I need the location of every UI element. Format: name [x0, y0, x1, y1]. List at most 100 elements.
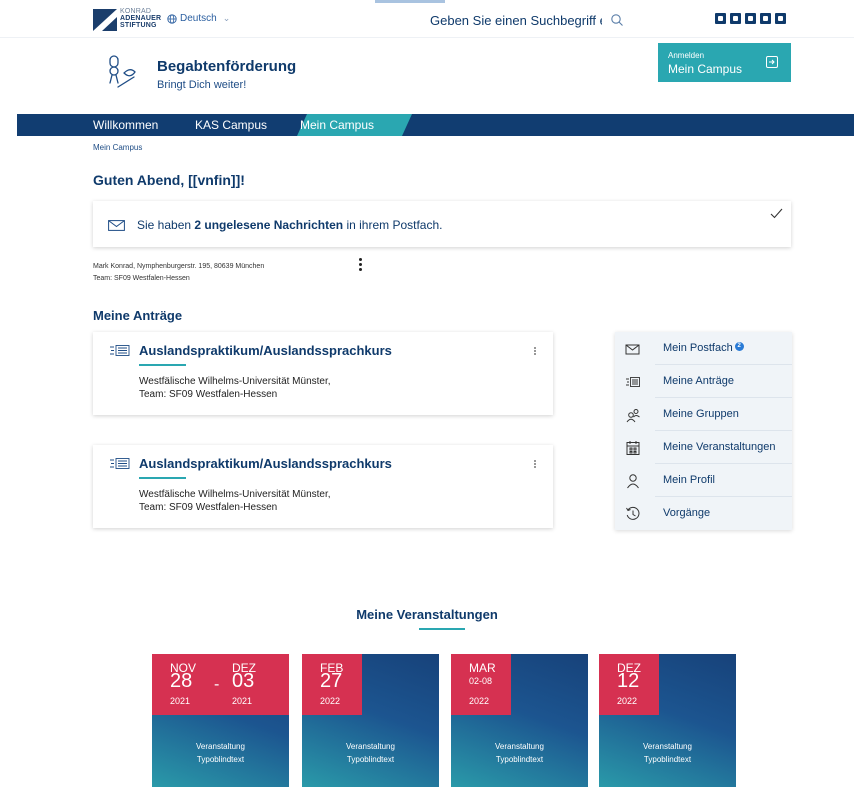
event-card[interactable]: DEZ 12 2022 Veranstaltung Typoblindtext — [599, 654, 736, 787]
event-text: Veranstaltung Typoblindtext — [302, 740, 439, 766]
events-section-title: Meine Veranstaltungen — [356, 607, 498, 622]
login-big-label: Mein Campus — [668, 62, 743, 76]
event-title: Veranstaltung — [643, 742, 692, 751]
title-underline — [139, 364, 186, 366]
event-title: Veranstaltung — [495, 742, 544, 751]
main-navigation: Willkommen KAS Campus Mein Campus — [17, 114, 854, 136]
youtube-icon[interactable] — [730, 13, 741, 24]
logo-line-2: ADENAUER — [120, 15, 162, 22]
profile-options-icon[interactable] — [359, 258, 363, 272]
top-accent-line — [375, 0, 445, 3]
application-card[interactable]: Auslandspraktikum/Auslandssprachkurs Wes… — [93, 445, 553, 528]
event-date-box: NOV 28 2021 - DEZ 03 2021 — [152, 654, 289, 715]
login-mein-campus-button[interactable]: Anmelden Mein Campus — [658, 43, 791, 82]
kebab-menu-icon[interactable] — [534, 347, 537, 357]
side-item-label: Vorgänge — [663, 507, 711, 519]
application-title[interactable]: Auslandspraktikum/Auslandssprachkurs — [139, 343, 392, 358]
side-item-meine-veranstaltungen[interactable]: Meine Veranstaltungen — [615, 431, 792, 464]
search-icon[interactable] — [610, 13, 624, 27]
event-text: Veranstaltung Typoblindtext — [599, 740, 736, 766]
facebook-icon[interactable] — [715, 13, 726, 24]
notice-unread-count[interactable]: 2 ungelesene Nachrichten — [194, 218, 343, 232]
application-details: Westfälische Wilhelms-Universität Münste… — [139, 488, 331, 514]
mail-icon — [625, 344, 640, 355]
nav-item-kas-campus[interactable]: KAS Campus — [195, 114, 267, 136]
event-date-box: DEZ 12 2022 — [599, 654, 659, 715]
notice-text-after: in ihrem Postfach. — [343, 218, 443, 232]
applications-section-title: Meine Anträge — [93, 308, 183, 323]
kebab-menu-icon[interactable] — [534, 460, 537, 470]
event-subtitle: Typoblindtext — [346, 755, 395, 764]
notice-text: Sie haben 2 ungelesene Nachrichten in ih… — [137, 218, 442, 232]
side-item-meine-antraege[interactable]: Meine Anträge — [615, 365, 792, 398]
rss-icon[interactable] — [775, 13, 786, 24]
application-university: Westfälische Wilhelms-Universität Münste… — [139, 489, 331, 500]
logo-line-3: STIFTUNG — [120, 22, 157, 29]
event-subtitle: Typoblindtext — [643, 755, 692, 764]
event-year: 2022 — [617, 696, 638, 706]
profile-icon — [627, 474, 639, 489]
event-day: 27 — [320, 670, 343, 692]
side-item-meine-gruppen[interactable]: Meine Gruppen — [615, 398, 792, 431]
event-end-year: 2021 — [232, 696, 253, 706]
unread-badge: 2 — [734, 342, 744, 351]
unread-messages-notice: Sie haben 2 ungelesene Nachrichten in ih… — [93, 201, 791, 247]
events-title-underline — [419, 628, 465, 630]
page-greeting: Guten Abend, [[vnfin]]! — [93, 172, 245, 188]
kas-logo-icon[interactable] — [93, 9, 117, 31]
side-item-mein-profil[interactable]: Mein Profil — [615, 464, 792, 497]
nav-item-willkommen[interactable]: Willkommen — [93, 114, 158, 136]
profile-address: Mark Konrad, Nymphenburgerstr. 195, 8063… — [93, 261, 264, 285]
search-input[interactable] — [430, 12, 602, 28]
event-year: 2022 — [469, 696, 490, 706]
brand-subtitle: Bringt Dich weiter! — [157, 79, 247, 91]
login-icon — [766, 56, 778, 68]
language-selector[interactable]: Deutsch ⌄ — [167, 13, 230, 24]
application-details: Westfälische Wilhelms-Universität Münste… — [139, 375, 331, 401]
login-small-label: Anmelden — [668, 51, 705, 60]
group-icon — [626, 409, 640, 423]
application-icon — [110, 345, 130, 356]
event-year: 2022 — [320, 696, 341, 706]
breadcrumb[interactable]: Mein Campus — [93, 143, 142, 152]
language-label: Deutsch — [180, 13, 217, 24]
event-date-box: MAR 02-08 2022 — [451, 654, 511, 715]
event-subtitle: Typoblindtext — [495, 755, 544, 764]
application-icon — [626, 377, 640, 387]
application-icon — [110, 458, 130, 469]
search-area — [430, 10, 630, 30]
event-text: Veranstaltung Typoblindtext — [451, 740, 588, 766]
event-card[interactable]: FEB 27 2022 Veranstaltung Typoblindtext — [302, 654, 439, 787]
event-card[interactable]: MAR 02-08 2022 Veranstaltung Typoblindte… — [451, 654, 588, 787]
calendar-icon — [626, 441, 640, 455]
instagram-icon[interactable] — [760, 13, 771, 24]
event-date-separator: - — [214, 676, 220, 693]
profile-team-line: Team: SF09 Westfalen-Hessen — [93, 275, 190, 282]
chevron-down-icon: ⌄ — [222, 13, 231, 23]
event-title: Veranstaltung — [346, 742, 395, 751]
globe-icon — [167, 13, 177, 24]
application-card[interactable]: Auslandspraktikum/Auslandssprachkurs Wes… — [93, 332, 553, 415]
side-item-label: Meine Veranstaltungen — [663, 441, 776, 453]
graduation-diploma-icon — [109, 55, 136, 88]
event-end-day: 03 — [232, 670, 255, 692]
event-date-box: FEB 27 2022 — [302, 654, 362, 715]
side-item-vorgaenge[interactable]: Vorgänge — [615, 497, 792, 530]
side-item-label: Mein Postfach 2 — [663, 342, 744, 354]
logo-line-1: KONRAD — [120, 8, 152, 15]
profile-address-line: Mark Konrad, Nymphenburgerstr. 195, 8063… — [93, 263, 265, 270]
top-bar: KONRAD ADENAUER STIFTUNG Deutsch ⌄ — [0, 0, 854, 38]
social-links — [715, 13, 786, 24]
nav-item-mein-campus[interactable]: Mein Campus — [300, 114, 374, 136]
check-icon[interactable] — [770, 208, 783, 219]
event-card[interactable]: NOV 28 2021 - DEZ 03 2021 Veranstaltung … — [152, 654, 289, 787]
side-item-mein-postfach[interactable]: Mein Postfach 2 — [615, 332, 792, 365]
event-subtitle: Typoblindtext — [196, 755, 245, 764]
campus-side-menu: Mein Postfach 2 Meine Anträge Meine Grupp… — [615, 332, 792, 530]
application-title[interactable]: Auslandspraktikum/Auslandssprachkurs — [139, 456, 392, 471]
twitter-icon[interactable] — [745, 13, 756, 24]
application-university: Westfälische Wilhelms-Universität Münste… — [139, 376, 331, 387]
event-text: Veranstaltung Typoblindtext — [152, 740, 289, 766]
title-underline — [139, 477, 186, 479]
event-start-year: 2021 — [170, 696, 191, 706]
